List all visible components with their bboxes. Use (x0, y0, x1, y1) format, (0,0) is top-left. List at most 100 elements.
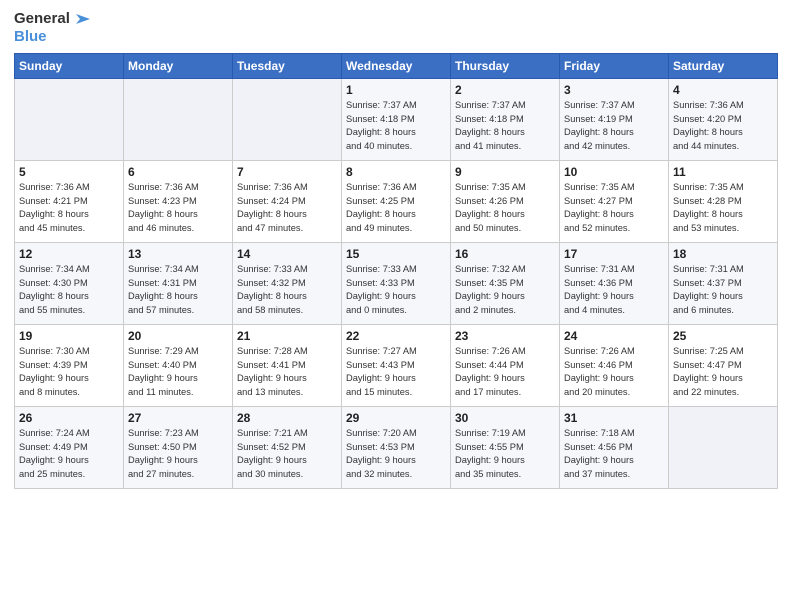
day-number: 14 (237, 247, 337, 261)
day-number: 2 (455, 83, 555, 97)
calendar-cell: 19 Sunrise: 7:30 AM Sunset: 4:39 PM Dayli… (15, 325, 124, 407)
page-container: General Blue SundayMondayTuesdayWednesda… (0, 0, 792, 612)
day-number: 6 (128, 165, 228, 179)
calendar-cell: 6 Sunrise: 7:36 AM Sunset: 4:23 PM Daylig… (124, 161, 233, 243)
calendar-cell: 23Sunrise: 7:26 AM Sunset: 4:44 PM Dayli… (451, 325, 560, 407)
calendar-cell: 5Sunrise: 7:36 AM Sunset: 4:21 PM Daylig… (15, 161, 124, 243)
weekday-header-saturday: Saturday (669, 54, 778, 79)
day-number: 26 (19, 411, 119, 425)
calendar-cell: 31Sunrise: 7:18 AM Sunset: 4:56 PM Dayli… (560, 407, 669, 489)
calendar-cell: 17Sunrise: 7:31 AM Sunset: 4:36 PM Dayli… (560, 243, 669, 325)
day-info: Sunrise: 7:36 AM Sunset: 4:23 PM Dayligh… (128, 181, 228, 235)
day-number: 4 (673, 83, 773, 97)
calendar-cell: 2Sunrise: 7:37 AM Sunset: 4:18 PM Daylig… (451, 79, 560, 161)
day-number: 28 (237, 411, 337, 425)
day-info: Sunrise: 7:36 AM Sunset: 4:24 PM Dayligh… (237, 181, 337, 235)
day-info: Sunrise: 7:32 AM Sunset: 4:35 PM Dayligh… (455, 263, 555, 317)
calendar-cell (669, 407, 778, 489)
calendar-cell: 21 Sunrise: 7:28 AM Sunset: 4:41 PM Dayli… (233, 325, 342, 407)
day-info: Sunrise: 7:18 AM Sunset: 4:56 PM Dayligh… (564, 427, 664, 481)
day-info: Sunrise: 7:35 AM Sunset: 4:28 PM Dayligh… (673, 181, 773, 235)
logo: General Blue (14, 10, 90, 45)
weekday-header-sunday: Sunday (15, 54, 124, 79)
day-number: 20 (128, 329, 228, 343)
day-number: 24 (564, 329, 664, 343)
calendar-table: SundayMondayTuesdayWednesdayThursdayFrid… (14, 53, 778, 489)
day-info: Sunrise: 7:34 AM Sunset: 4:31 PM Dayligh… (128, 263, 228, 317)
calendar-cell: 14 Sunrise: 7:33 AM Sunset: 4:32 PM Dayli… (233, 243, 342, 325)
day-info: Sunrise: 7:29 AM Sunset: 4:40 PM Dayligh… (128, 345, 228, 399)
day-info: Sunrise: 7:35 AM Sunset: 4:26 PM Dayligh… (455, 181, 555, 235)
day-number: 10 (564, 165, 664, 179)
day-info: Sunrise: 7:36 AM Sunset: 4:25 PM Dayligh… (346, 181, 446, 235)
calendar-cell: 30 Sunrise: 7:19 AM Sunset: 4:55 PM Dayli… (451, 407, 560, 489)
calendar-cell: 1 Sunrise: 7:37 AM Sunset: 4:18 PM Daylig… (342, 79, 451, 161)
day-number: 3 (564, 83, 664, 97)
weekday-header-tuesday: Tuesday (233, 54, 342, 79)
day-info: Sunrise: 7:19 AM Sunset: 4:55 PM Dayligh… (455, 427, 555, 481)
day-number: 1 (346, 83, 446, 97)
calendar-cell: 3 Sunrise: 7:37 AM Sunset: 4:19 PM Daylig… (560, 79, 669, 161)
day-info: Sunrise: 7:37 AM Sunset: 4:18 PM Dayligh… (346, 99, 446, 153)
day-number: 8 (346, 165, 446, 179)
calendar-week-row: 12Sunrise: 7:34 AM Sunset: 4:30 PM Dayli… (15, 243, 778, 325)
day-info: Sunrise: 7:31 AM Sunset: 4:36 PM Dayligh… (564, 263, 664, 317)
day-info: Sunrise: 7:23 AM Sunset: 4:50 PM Dayligh… (128, 427, 228, 481)
calendar-cell: 29 Sunrise: 7:20 AM Sunset: 4:53 PM Dayli… (342, 407, 451, 489)
day-info: Sunrise: 7:36 AM Sunset: 4:20 PM Dayligh… (673, 99, 773, 153)
day-info: Sunrise: 7:20 AM Sunset: 4:53 PM Dayligh… (346, 427, 446, 481)
day-info: Sunrise: 7:26 AM Sunset: 4:46 PM Dayligh… (564, 345, 664, 399)
calendar-cell: 12Sunrise: 7:34 AM Sunset: 4:30 PM Dayli… (15, 243, 124, 325)
day-number: 25 (673, 329, 773, 343)
calendar-cell: 18 Sunrise: 7:31 AM Sunset: 4:37 PM Dayli… (669, 243, 778, 325)
day-number: 7 (237, 165, 337, 179)
calendar-cell: 9 Sunrise: 7:35 AM Sunset: 4:26 PM Daylig… (451, 161, 560, 243)
header: General Blue (14, 10, 778, 45)
day-info: Sunrise: 7:35 AM Sunset: 4:27 PM Dayligh… (564, 181, 664, 235)
calendar-cell: 24 Sunrise: 7:26 AM Sunset: 4:46 PM Dayli… (560, 325, 669, 407)
logo-blue-text: Blue (14, 28, 47, 45)
calendar-cell: 11 Sunrise: 7:35 AM Sunset: 4:28 PM Dayli… (669, 161, 778, 243)
day-info: Sunrise: 7:28 AM Sunset: 4:41 PM Dayligh… (237, 345, 337, 399)
day-info: Sunrise: 7:30 AM Sunset: 4:39 PM Dayligh… (19, 345, 119, 399)
calendar-cell: 16 Sunrise: 7:32 AM Sunset: 4:35 PM Dayli… (451, 243, 560, 325)
day-number: 29 (346, 411, 446, 425)
day-number: 11 (673, 165, 773, 179)
logo-arrow-icon (72, 10, 90, 28)
calendar-cell: 26 Sunrise: 7:24 AM Sunset: 4:49 PM Dayli… (15, 407, 124, 489)
calendar-cell: 8 Sunrise: 7:36 AM Sunset: 4:25 PM Daylig… (342, 161, 451, 243)
day-number: 9 (455, 165, 555, 179)
day-number: 21 (237, 329, 337, 343)
calendar-cell: 20 Sunrise: 7:29 AM Sunset: 4:40 PM Dayli… (124, 325, 233, 407)
calendar-cell: 4 Sunrise: 7:36 AM Sunset: 4:20 PM Daylig… (669, 79, 778, 161)
calendar-cell: 7 Sunrise: 7:36 AM Sunset: 4:24 PM Daylig… (233, 161, 342, 243)
calendar-week-row: 19 Sunrise: 7:30 AM Sunset: 4:39 PM Dayli… (15, 325, 778, 407)
weekday-header-wednesday: Wednesday (342, 54, 451, 79)
day-info: Sunrise: 7:24 AM Sunset: 4:49 PM Dayligh… (19, 427, 119, 481)
calendar-cell: 22 Sunrise: 7:27 AM Sunset: 4:43 PM Dayli… (342, 325, 451, 407)
day-number: 15 (346, 247, 446, 261)
calendar-cell: 15Sunrise: 7:33 AM Sunset: 4:33 PM Dayli… (342, 243, 451, 325)
day-number: 19 (19, 329, 119, 343)
day-number: 13 (128, 247, 228, 261)
calendar-cell: 10 Sunrise: 7:35 AM Sunset: 4:27 PM Dayli… (560, 161, 669, 243)
day-info: Sunrise: 7:31 AM Sunset: 4:37 PM Dayligh… (673, 263, 773, 317)
day-number: 16 (455, 247, 555, 261)
day-number: 18 (673, 247, 773, 261)
day-info: Sunrise: 7:21 AM Sunset: 4:52 PM Dayligh… (237, 427, 337, 481)
day-number: 30 (455, 411, 555, 425)
day-number: 12 (19, 247, 119, 261)
weekday-header-friday: Friday (560, 54, 669, 79)
day-info: Sunrise: 7:37 AM Sunset: 4:19 PM Dayligh… (564, 99, 664, 153)
day-number: 23 (455, 329, 555, 343)
day-info: Sunrise: 7:25 AM Sunset: 4:47 PM Dayligh… (673, 345, 773, 399)
day-number: 27 (128, 411, 228, 425)
day-info: Sunrise: 7:33 AM Sunset: 4:32 PM Dayligh… (237, 263, 337, 317)
calendar-cell: 25 Sunrise: 7:25 AM Sunset: 4:47 PM Dayli… (669, 325, 778, 407)
day-number: 22 (346, 329, 446, 343)
day-info: Sunrise: 7:36 AM Sunset: 4:21 PM Dayligh… (19, 181, 119, 235)
calendar-week-row: 26 Sunrise: 7:24 AM Sunset: 4:49 PM Dayli… (15, 407, 778, 489)
day-info: Sunrise: 7:27 AM Sunset: 4:43 PM Dayligh… (346, 345, 446, 399)
calendar-cell: 13 Sunrise: 7:34 AM Sunset: 4:31 PM Dayli… (124, 243, 233, 325)
calendar-week-row: 5Sunrise: 7:36 AM Sunset: 4:21 PM Daylig… (15, 161, 778, 243)
